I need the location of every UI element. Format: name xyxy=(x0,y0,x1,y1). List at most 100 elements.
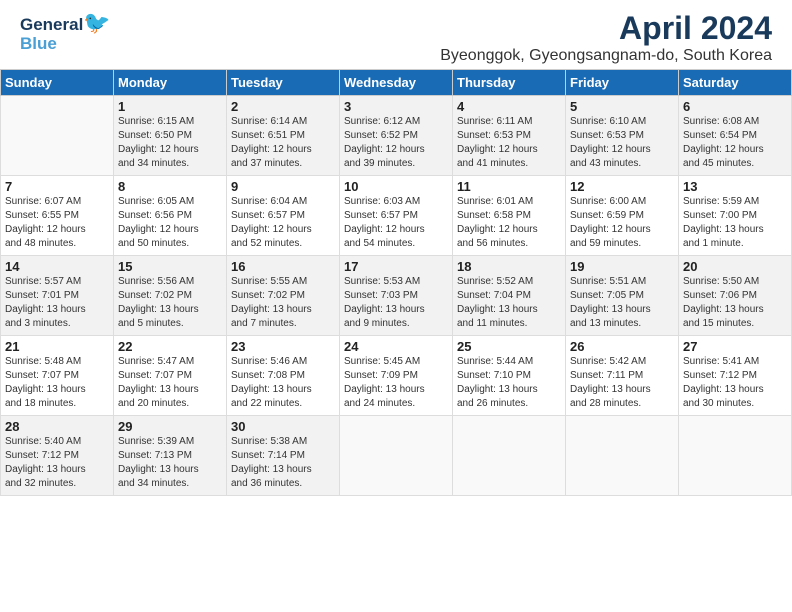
day-number: 15 xyxy=(118,259,222,274)
day-info: Sunrise: 5:50 AMSunset: 7:06 PMDaylight:… xyxy=(683,275,787,331)
day-info: Sunrise: 5:44 AMSunset: 7:10 PMDaylight:… xyxy=(457,355,561,411)
calendar-cell xyxy=(340,416,453,496)
calendar-cell: 15Sunrise: 5:56 AMSunset: 7:02 PMDayligh… xyxy=(114,256,227,336)
day-number: 4 xyxy=(457,99,561,114)
calendar-cell: 27Sunrise: 5:41 AMSunset: 7:12 PMDayligh… xyxy=(679,336,792,416)
calendar-cell xyxy=(453,416,566,496)
calendar-cell: 20Sunrise: 5:50 AMSunset: 7:06 PMDayligh… xyxy=(679,256,792,336)
day-number: 12 xyxy=(570,179,674,194)
calendar-header-row: SundayMondayTuesdayWednesdayThursdayFrid… xyxy=(1,70,792,96)
day-info: Sunrise: 5:55 AMSunset: 7:02 PMDaylight:… xyxy=(231,275,335,331)
day-number: 21 xyxy=(5,339,109,354)
calendar-cell: 23Sunrise: 5:46 AMSunset: 7:08 PMDayligh… xyxy=(227,336,340,416)
calendar-cell: 12Sunrise: 6:00 AMSunset: 6:59 PMDayligh… xyxy=(566,176,679,256)
day-info: Sunrise: 5:42 AMSunset: 7:11 PMDaylight:… xyxy=(570,355,674,411)
weekday-header-wednesday: Wednesday xyxy=(340,70,453,96)
day-number: 28 xyxy=(5,419,109,434)
day-number: 7 xyxy=(5,179,109,194)
logo-bird-icon: 🐦 xyxy=(83,10,110,35)
subtitle: Byeonggok, Gyeongsangnam-do, South Korea xyxy=(440,47,772,65)
day-number: 14 xyxy=(5,259,109,274)
calendar-cell: 17Sunrise: 5:53 AMSunset: 7:03 PMDayligh… xyxy=(340,256,453,336)
day-info: Sunrise: 5:38 AMSunset: 7:14 PMDaylight:… xyxy=(231,435,335,491)
day-info: Sunrise: 6:11 AMSunset: 6:53 PMDaylight:… xyxy=(457,115,561,171)
day-info: Sunrise: 6:01 AMSunset: 6:58 PMDaylight:… xyxy=(457,195,561,251)
day-info: Sunrise: 6:04 AMSunset: 6:57 PMDaylight:… xyxy=(231,195,335,251)
calendar-cell: 30Sunrise: 5:38 AMSunset: 7:14 PMDayligh… xyxy=(227,416,340,496)
day-info: Sunrise: 5:52 AMSunset: 7:04 PMDaylight:… xyxy=(457,275,561,331)
calendar-cell: 11Sunrise: 6:01 AMSunset: 6:58 PMDayligh… xyxy=(453,176,566,256)
calendar-cell: 16Sunrise: 5:55 AMSunset: 7:02 PMDayligh… xyxy=(227,256,340,336)
calendar-week-row: 28Sunrise: 5:40 AMSunset: 7:12 PMDayligh… xyxy=(1,416,792,496)
day-info: Sunrise: 6:15 AMSunset: 6:50 PMDaylight:… xyxy=(118,115,222,171)
day-info: Sunrise: 5:57 AMSunset: 7:01 PMDaylight:… xyxy=(5,275,109,331)
calendar-cell: 9Sunrise: 6:04 AMSunset: 6:57 PMDaylight… xyxy=(227,176,340,256)
calendar-cell: 1Sunrise: 6:15 AMSunset: 6:50 PMDaylight… xyxy=(114,96,227,176)
weekday-header-monday: Monday xyxy=(114,70,227,96)
day-number: 1 xyxy=(118,99,222,114)
day-info: Sunrise: 6:07 AMSunset: 6:55 PMDaylight:… xyxy=(5,195,109,251)
calendar-cell xyxy=(566,416,679,496)
calendar-week-row: 14Sunrise: 5:57 AMSunset: 7:01 PMDayligh… xyxy=(1,256,792,336)
day-info: Sunrise: 5:59 AMSunset: 7:00 PMDaylight:… xyxy=(683,195,787,251)
calendar-cell: 5Sunrise: 6:10 AMSunset: 6:53 PMDaylight… xyxy=(566,96,679,176)
calendar-cell xyxy=(1,96,114,176)
day-number: 27 xyxy=(683,339,787,354)
calendar-cell: 14Sunrise: 5:57 AMSunset: 7:01 PMDayligh… xyxy=(1,256,114,336)
day-number: 17 xyxy=(344,259,448,274)
weekday-header-thursday: Thursday xyxy=(453,70,566,96)
calendar-cell: 25Sunrise: 5:44 AMSunset: 7:10 PMDayligh… xyxy=(453,336,566,416)
day-info: Sunrise: 6:05 AMSunset: 6:56 PMDaylight:… xyxy=(118,195,222,251)
day-number: 26 xyxy=(570,339,674,354)
day-info: Sunrise: 6:08 AMSunset: 6:54 PMDaylight:… xyxy=(683,115,787,171)
weekday-header-friday: Friday xyxy=(566,70,679,96)
day-number: 19 xyxy=(570,259,674,274)
calendar-cell: 22Sunrise: 5:47 AMSunset: 7:07 PMDayligh… xyxy=(114,336,227,416)
day-number: 2 xyxy=(231,99,335,114)
day-number: 8 xyxy=(118,179,222,194)
page-header: General🐦 Blue April 2024 Byeonggok, Gyeo… xyxy=(0,0,792,69)
calendar-cell: 6Sunrise: 6:08 AMSunset: 6:54 PMDaylight… xyxy=(679,96,792,176)
month-title: April 2024 xyxy=(440,10,772,47)
logo: General🐦 Blue xyxy=(20,10,111,54)
day-number: 16 xyxy=(231,259,335,274)
day-info: Sunrise: 5:53 AMSunset: 7:03 PMDaylight:… xyxy=(344,275,448,331)
calendar-cell: 8Sunrise: 6:05 AMSunset: 6:56 PMDaylight… xyxy=(114,176,227,256)
logo-blue: Blue xyxy=(20,35,111,54)
calendar-cell: 26Sunrise: 5:42 AMSunset: 7:11 PMDayligh… xyxy=(566,336,679,416)
day-info: Sunrise: 6:00 AMSunset: 6:59 PMDaylight:… xyxy=(570,195,674,251)
calendar-cell: 21Sunrise: 5:48 AMSunset: 7:07 PMDayligh… xyxy=(1,336,114,416)
day-info: Sunrise: 6:03 AMSunset: 6:57 PMDaylight:… xyxy=(344,195,448,251)
calendar-cell: 19Sunrise: 5:51 AMSunset: 7:05 PMDayligh… xyxy=(566,256,679,336)
day-info: Sunrise: 5:47 AMSunset: 7:07 PMDaylight:… xyxy=(118,355,222,411)
day-number: 13 xyxy=(683,179,787,194)
day-number: 20 xyxy=(683,259,787,274)
calendar-cell: 2Sunrise: 6:14 AMSunset: 6:51 PMDaylight… xyxy=(227,96,340,176)
day-info: Sunrise: 6:14 AMSunset: 6:51 PMDaylight:… xyxy=(231,115,335,171)
day-info: Sunrise: 5:45 AMSunset: 7:09 PMDaylight:… xyxy=(344,355,448,411)
weekday-header-saturday: Saturday xyxy=(679,70,792,96)
calendar-cell: 7Sunrise: 6:07 AMSunset: 6:55 PMDaylight… xyxy=(1,176,114,256)
calendar-week-row: 21Sunrise: 5:48 AMSunset: 7:07 PMDayligh… xyxy=(1,336,792,416)
calendar-week-row: 7Sunrise: 6:07 AMSunset: 6:55 PMDaylight… xyxy=(1,176,792,256)
day-info: Sunrise: 5:48 AMSunset: 7:07 PMDaylight:… xyxy=(5,355,109,411)
calendar-cell: 10Sunrise: 6:03 AMSunset: 6:57 PMDayligh… xyxy=(340,176,453,256)
day-info: Sunrise: 5:56 AMSunset: 7:02 PMDaylight:… xyxy=(118,275,222,331)
calendar-table: SundayMondayTuesdayWednesdayThursdayFrid… xyxy=(0,69,792,496)
day-info: Sunrise: 5:39 AMSunset: 7:13 PMDaylight:… xyxy=(118,435,222,491)
day-number: 18 xyxy=(457,259,561,274)
day-info: Sunrise: 5:41 AMSunset: 7:12 PMDaylight:… xyxy=(683,355,787,411)
day-number: 30 xyxy=(231,419,335,434)
calendar-cell xyxy=(679,416,792,496)
day-info: Sunrise: 6:12 AMSunset: 6:52 PMDaylight:… xyxy=(344,115,448,171)
calendar-week-row: 1Sunrise: 6:15 AMSunset: 6:50 PMDaylight… xyxy=(1,96,792,176)
day-number: 9 xyxy=(231,179,335,194)
day-number: 10 xyxy=(344,179,448,194)
calendar-cell: 18Sunrise: 5:52 AMSunset: 7:04 PMDayligh… xyxy=(453,256,566,336)
calendar-cell: 28Sunrise: 5:40 AMSunset: 7:12 PMDayligh… xyxy=(1,416,114,496)
day-number: 11 xyxy=(457,179,561,194)
day-info: Sunrise: 5:46 AMSunset: 7:08 PMDaylight:… xyxy=(231,355,335,411)
day-info: Sunrise: 5:40 AMSunset: 7:12 PMDaylight:… xyxy=(5,435,109,491)
title-block: April 2024 Byeonggok, Gyeongsangnam-do, … xyxy=(440,10,772,65)
logo-general: General xyxy=(20,15,83,34)
